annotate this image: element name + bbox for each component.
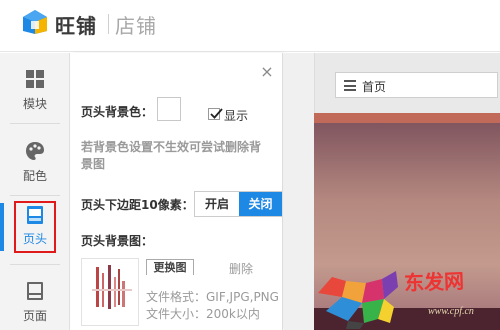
sidebar-item-label: 模块 [22,97,47,111]
menu-icon [344,80,356,91]
bg-image-thumbnail [81,258,139,326]
top-header: 旺铺 店铺 [0,0,500,52]
sidebar-item-page[interactable]: 页面 [0,271,70,330]
bull-logo-icon [318,271,398,329]
show-checkbox[interactable] [208,108,223,120]
page-selector-label: 首页 [362,80,387,94]
sidebar: 模块 配色 页头 页面 [0,53,70,330]
banner-top-strip [314,113,500,123]
sidebar-item-modules[interactable]: 模块 [0,59,70,121]
brand-subtitle: 店铺 [115,14,157,38]
bottom-margin-toggle: 开启 关闭 [194,191,282,217]
toggle-on-button[interactable]: 开启 [195,192,239,216]
toggle-off-button[interactable]: 关闭 [239,192,282,216]
delete-image-link[interactable]: 删除 [229,260,253,277]
palette-icon [25,141,45,161]
checkmark-icon [210,108,223,119]
page-icon [25,281,45,301]
sidebar-divider [10,195,60,196]
close-icon[interactable]: × [260,64,274,80]
sidebar-item-label: 配色 [22,169,47,183]
file-size-text: 文件大小：200k以内 [146,307,260,321]
watermark-url: www.cpf.cn [428,306,474,317]
bg-color-hint: 若背景色设置不生效可尝试删除背景图 [81,140,262,171]
highlight-box [14,201,56,253]
bg-color-label: 页头背景色： [81,105,154,119]
sidebar-divider [10,264,60,265]
page-selector[interactable]: 首页 [335,72,498,98]
show-checkbox-label: 显示 [224,109,249,123]
file-format-text: 文件格式：GIF,JPG,PNG [146,290,279,304]
watermark-text: 东发网 [403,268,465,296]
sidebar-divider [10,123,60,124]
replace-image-button[interactable]: 更换图 [146,259,194,275]
bg-color-swatch[interactable] [157,97,181,121]
brand-divider [108,14,109,34]
sidebar-item-label: 页面 [22,309,47,323]
header-settings-panel: × 页头背景色： 显示 若背景色设置不生效可尝试删除背景图 页头下边距10像素：… [71,53,283,330]
sidebar-item-colors[interactable]: 配色 [0,131,70,193]
brand-name: 旺铺 [55,14,97,38]
wangpu-logo-icon [22,9,48,35]
bg-image-label: 页头背景图： [81,234,154,248]
grid-icon [25,69,45,89]
bottom-margin-label: 页头下边距10像素： [81,198,194,212]
